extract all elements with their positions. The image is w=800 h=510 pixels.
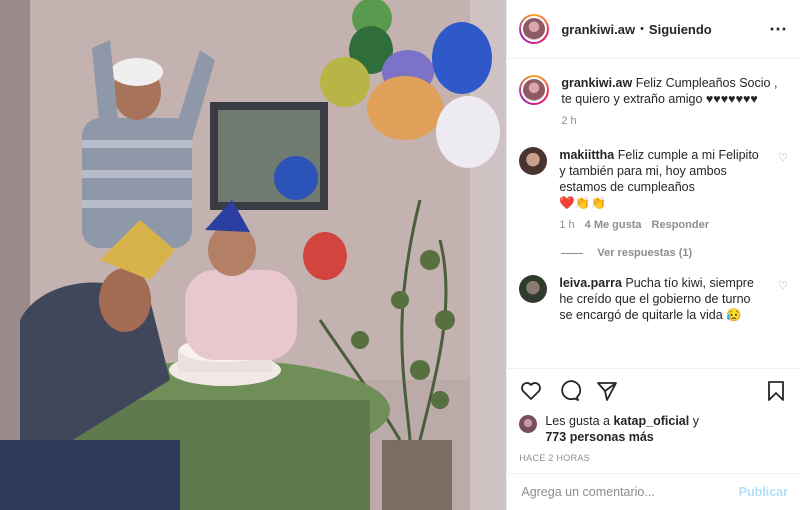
likes-count[interactable]: 773 personas más xyxy=(545,430,653,444)
likes-prefix: Les gusta a xyxy=(545,414,610,428)
comment-icon[interactable] xyxy=(557,379,582,403)
ellipsis-icon[interactable]: ⋯ xyxy=(769,19,788,40)
liker-avatar[interactable] xyxy=(519,415,538,433)
action-bar xyxy=(507,368,800,413)
like-heart-icon[interactable] xyxy=(519,379,543,403)
commenter-avatar[interactable] xyxy=(519,147,548,175)
save-bookmark-icon[interactable] xyxy=(764,379,788,403)
likes-summary: Les gusta a katap_oficial y 773 personas… xyxy=(507,413,800,445)
comment-item: leiva.parra Pucha tío kiwi, siempre he c… xyxy=(519,275,788,323)
view-replies-label: Ver respuestas (1) xyxy=(597,247,693,259)
caption-time[interactable]: 2 h xyxy=(561,113,576,129)
comments-list: grankiwi.aw Feliz Cumpleaños Socio , te … xyxy=(507,59,800,368)
comment-item: makiittha Feliz cumple a mi Felipito y t… xyxy=(519,147,788,233)
share-icon[interactable] xyxy=(595,379,619,403)
comment-time[interactable]: 1 h xyxy=(559,217,574,233)
post-photo[interactable] xyxy=(0,0,507,510)
comment-emoji: ❤️👏👏 xyxy=(559,196,607,210)
publish-button[interactable]: Publicar xyxy=(739,485,788,499)
comment-username[interactable]: leiva.parra xyxy=(559,276,622,290)
comment-username[interactable]: makiittha xyxy=(559,148,614,162)
add-comment-bar: Publicar xyxy=(507,473,800,510)
likes-suffix: y xyxy=(692,414,699,428)
heart-icon[interactable]: ♡ xyxy=(774,279,788,323)
author-username[interactable]: grankiwi.aw xyxy=(561,22,635,37)
caption-username[interactable]: grankiwi.aw xyxy=(561,76,632,90)
replies-line xyxy=(561,252,584,254)
comment-likes[interactable]: 4 Me gusta xyxy=(585,217,642,233)
commenter-avatar[interactable] xyxy=(519,275,548,303)
view-replies-button[interactable]: Ver respuestas (1) xyxy=(561,247,788,259)
reply-button[interactable]: Responder xyxy=(652,217,709,233)
caption-avatar[interactable] xyxy=(519,75,550,105)
comment-emoji: 😥 xyxy=(726,308,742,322)
following-button[interactable]: Siguiendo xyxy=(649,22,712,37)
birthday-photo-illustration xyxy=(0,0,507,510)
post-timestamp[interactable]: HACE 2 HORAS xyxy=(507,445,800,473)
comment-input[interactable] xyxy=(519,484,739,500)
post-side-panel: grankiwi.aw • Siguiendo ⋯ grankiwi.aw Fe… xyxy=(506,0,800,510)
separator-dot: • xyxy=(640,23,644,35)
post-header: grankiwi.aw • Siguiendo ⋯ xyxy=(507,0,800,59)
liker-username[interactable]: katap_oficial xyxy=(613,414,689,428)
author-avatar[interactable] xyxy=(519,14,550,44)
caption: grankiwi.aw Feliz Cumpleaños Socio , te … xyxy=(519,75,788,129)
heart-icon[interactable]: ♡ xyxy=(774,151,788,233)
